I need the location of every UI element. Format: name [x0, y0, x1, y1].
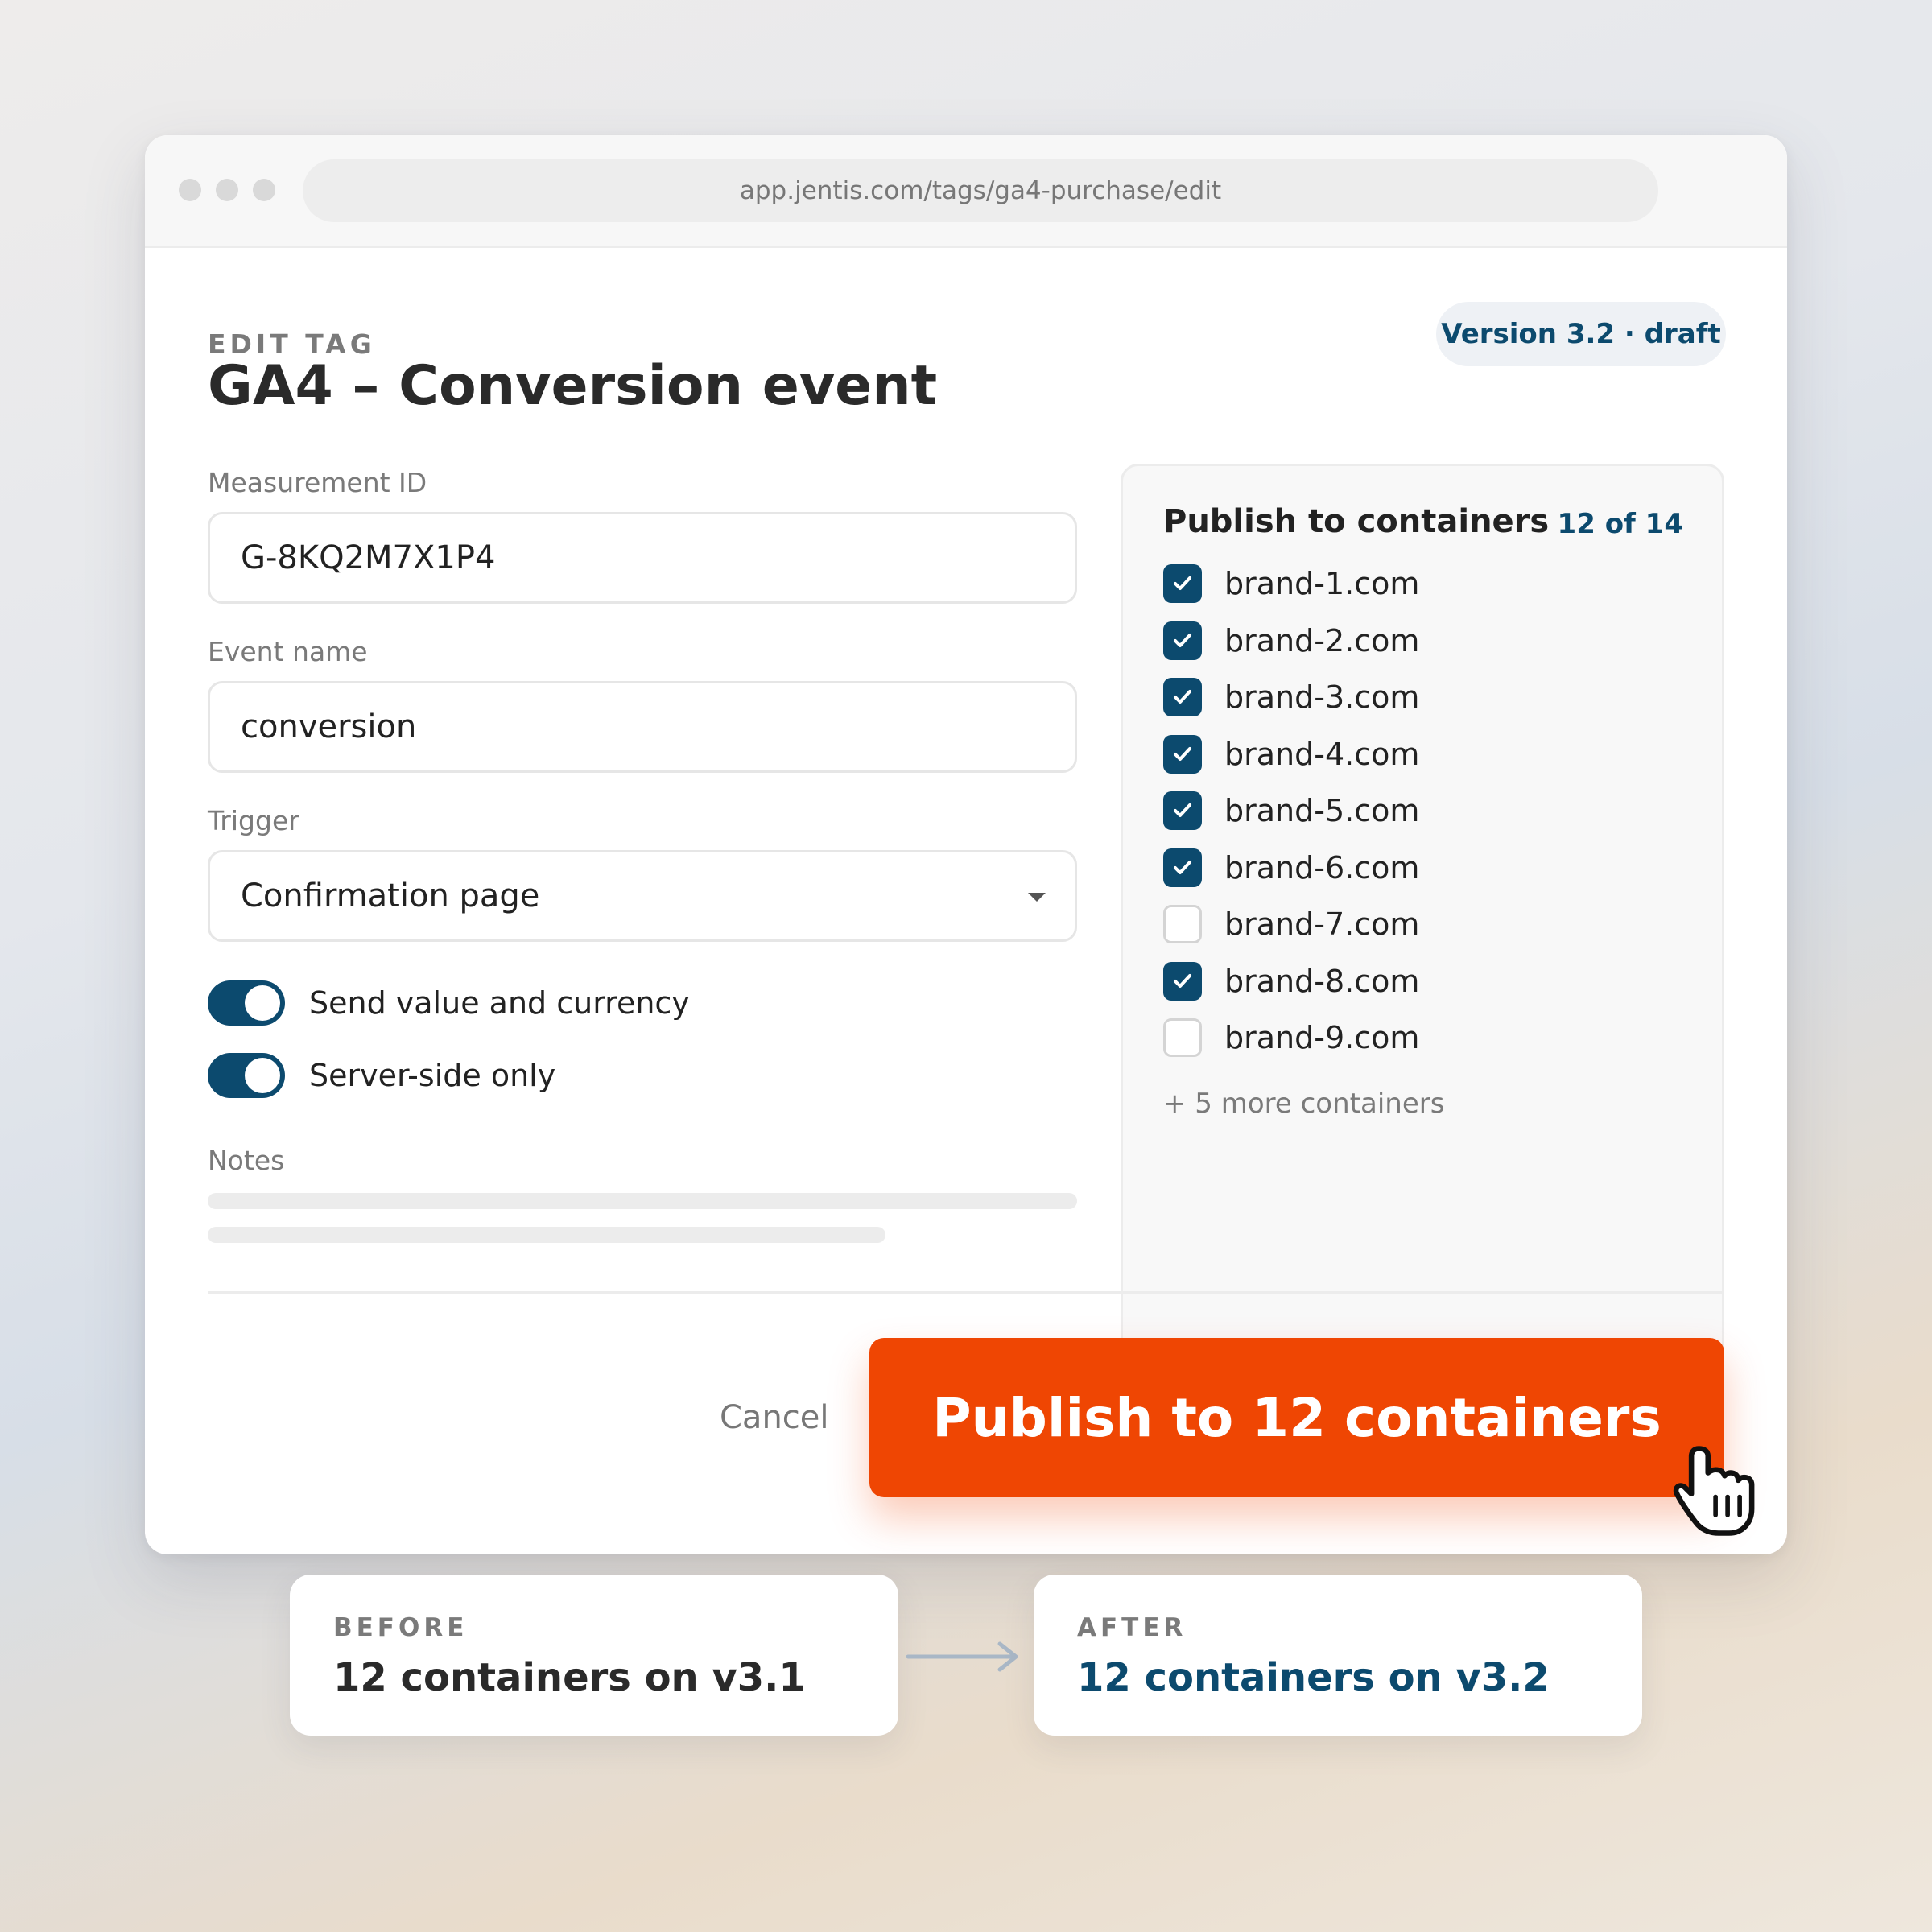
- container-label: brand-4.com: [1224, 736, 1420, 772]
- after-label: AFTER: [1077, 1613, 1187, 1642]
- url-text: app.jentis.com/tags/ga4-purchase/edit: [739, 176, 1222, 205]
- notes-label: Notes: [208, 1145, 285, 1176]
- checkmark-icon: [1174, 973, 1191, 988]
- notes-placeholder-line[interactable]: [208, 1227, 886, 1243]
- checkbox-checked[interactable]: [1163, 678, 1202, 716]
- container-option[interactable]: brand-3.com: [1163, 678, 1419, 716]
- footer-divider: [208, 1291, 1724, 1294]
- container-option[interactable]: brand-2.com: [1163, 621, 1419, 660]
- checkmark-icon: [1174, 803, 1191, 817]
- trigger-value: Confirmation page: [241, 877, 540, 914]
- address-bar[interactable]: app.jentis.com/tags/ga4-purchase/edit: [303, 159, 1658, 222]
- container-option[interactable]: brand-1.com: [1163, 564, 1419, 603]
- window-controls: [179, 179, 275, 201]
- cancel-button[interactable]: Cancel: [720, 1399, 829, 1436]
- trigger-label: Trigger: [208, 805, 299, 836]
- container-label: brand-7.com: [1224, 906, 1420, 942]
- container-option[interactable]: brand-6.com: [1163, 848, 1419, 887]
- container-option[interactable]: brand-7.com: [1163, 905, 1419, 943]
- checkbox-checked[interactable]: [1163, 621, 1202, 660]
- container-label: brand-9.com: [1224, 1020, 1420, 1055]
- checkmark-icon: [1174, 576, 1191, 590]
- checkbox-checked[interactable]: [1163, 564, 1202, 603]
- container-option[interactable]: brand-5.com: [1163, 791, 1419, 830]
- before-value: 12 containers on v3.1: [333, 1655, 806, 1700]
- container-label: brand-1.com: [1224, 566, 1420, 601]
- checkbox-unchecked[interactable]: [1163, 1018, 1202, 1057]
- after-value: 12 containers on v3.2: [1077, 1655, 1550, 1700]
- browser-titlebar: app.jentis.com/tags/ga4-purchase/edit: [145, 135, 1787, 248]
- event-name-label: Event name: [208, 636, 368, 667]
- browser-window: app.jentis.com/tags/ga4-purchase/edit ED…: [145, 135, 1787, 1554]
- event-name-value: conversion: [241, 708, 417, 745]
- checkmark-icon: [1174, 746, 1191, 761]
- container-label: brand-3.com: [1224, 679, 1420, 715]
- toggle-send-value[interactable]: Send value and currency: [208, 980, 690, 1026]
- containers-panel-title: Publish to containers: [1163, 503, 1550, 540]
- checkbox-checked[interactable]: [1163, 791, 1202, 830]
- checkbox-checked[interactable]: [1163, 848, 1202, 887]
- toggle-switch-server-side[interactable]: [208, 1053, 285, 1098]
- checkbox-unchecked[interactable]: [1163, 905, 1202, 943]
- checkbox-checked[interactable]: [1163, 734, 1202, 774]
- container-label: brand-8.com: [1224, 963, 1420, 999]
- before-label: BEFORE: [333, 1613, 469, 1642]
- event-name-input[interactable]: conversion: [208, 681, 1077, 773]
- version-badge: Version 3.2 · draft: [1436, 302, 1726, 366]
- checkbox-checked[interactable]: [1163, 961, 1202, 1001]
- notes-placeholder-line[interactable]: [208, 1193, 1077, 1209]
- checkmark-icon: [1174, 633, 1191, 647]
- trigger-select[interactable]: Confirmation page: [208, 850, 1077, 942]
- containers-count: 12 of 14: [1557, 508, 1683, 540]
- containers-panel: Publish to containers 12 of 14 brand-1.c…: [1121, 464, 1724, 1378]
- arrow-right-icon: [906, 1641, 1018, 1672]
- checkmark-icon: [1174, 860, 1191, 874]
- toggle-server-side[interactable]: Server-side only: [208, 1053, 555, 1098]
- window-dot-maximize[interactable]: [253, 179, 275, 201]
- container-label: brand-2.com: [1224, 622, 1420, 658]
- publish-button[interactable]: Publish to 12 containers: [869, 1338, 1724, 1497]
- measurement-id-label: Measurement ID: [208, 467, 427, 498]
- after-card: AFTER 12 containers on v3.2: [1034, 1575, 1642, 1736]
- toggle-label-server-side: Server-side only: [309, 1058, 556, 1093]
- before-card: BEFORE 12 containers on v3.1: [290, 1575, 898, 1736]
- window-dot-close[interactable]: [179, 179, 201, 201]
- chevron-down-icon: [1028, 893, 1046, 902]
- page-title: GA4 – Conversion event: [208, 354, 938, 418]
- container-option[interactable]: brand-8.com: [1163, 961, 1420, 1001]
- container-label: brand-6.com: [1224, 849, 1420, 886]
- more-containers-link[interactable]: + 5 more containers: [1163, 1088, 1444, 1120]
- container-label: brand-5.com: [1224, 793, 1420, 828]
- container-option[interactable]: brand-9.com: [1163, 1018, 1419, 1057]
- container-option[interactable]: brand-4.com: [1163, 734, 1420, 774]
- window-dot-minimize[interactable]: [216, 179, 238, 201]
- hand-pointer-icon: [1673, 1446, 1755, 1536]
- measurement-id-input[interactable]: G-8KQ2M7X1P4: [208, 512, 1077, 604]
- toggle-switch-send-value[interactable]: [208, 980, 285, 1026]
- toggle-label-send-value: Send value and currency: [309, 985, 690, 1021]
- checkmark-icon: [1174, 690, 1191, 704]
- measurement-id-value: G-8KQ2M7X1P4: [241, 539, 496, 576]
